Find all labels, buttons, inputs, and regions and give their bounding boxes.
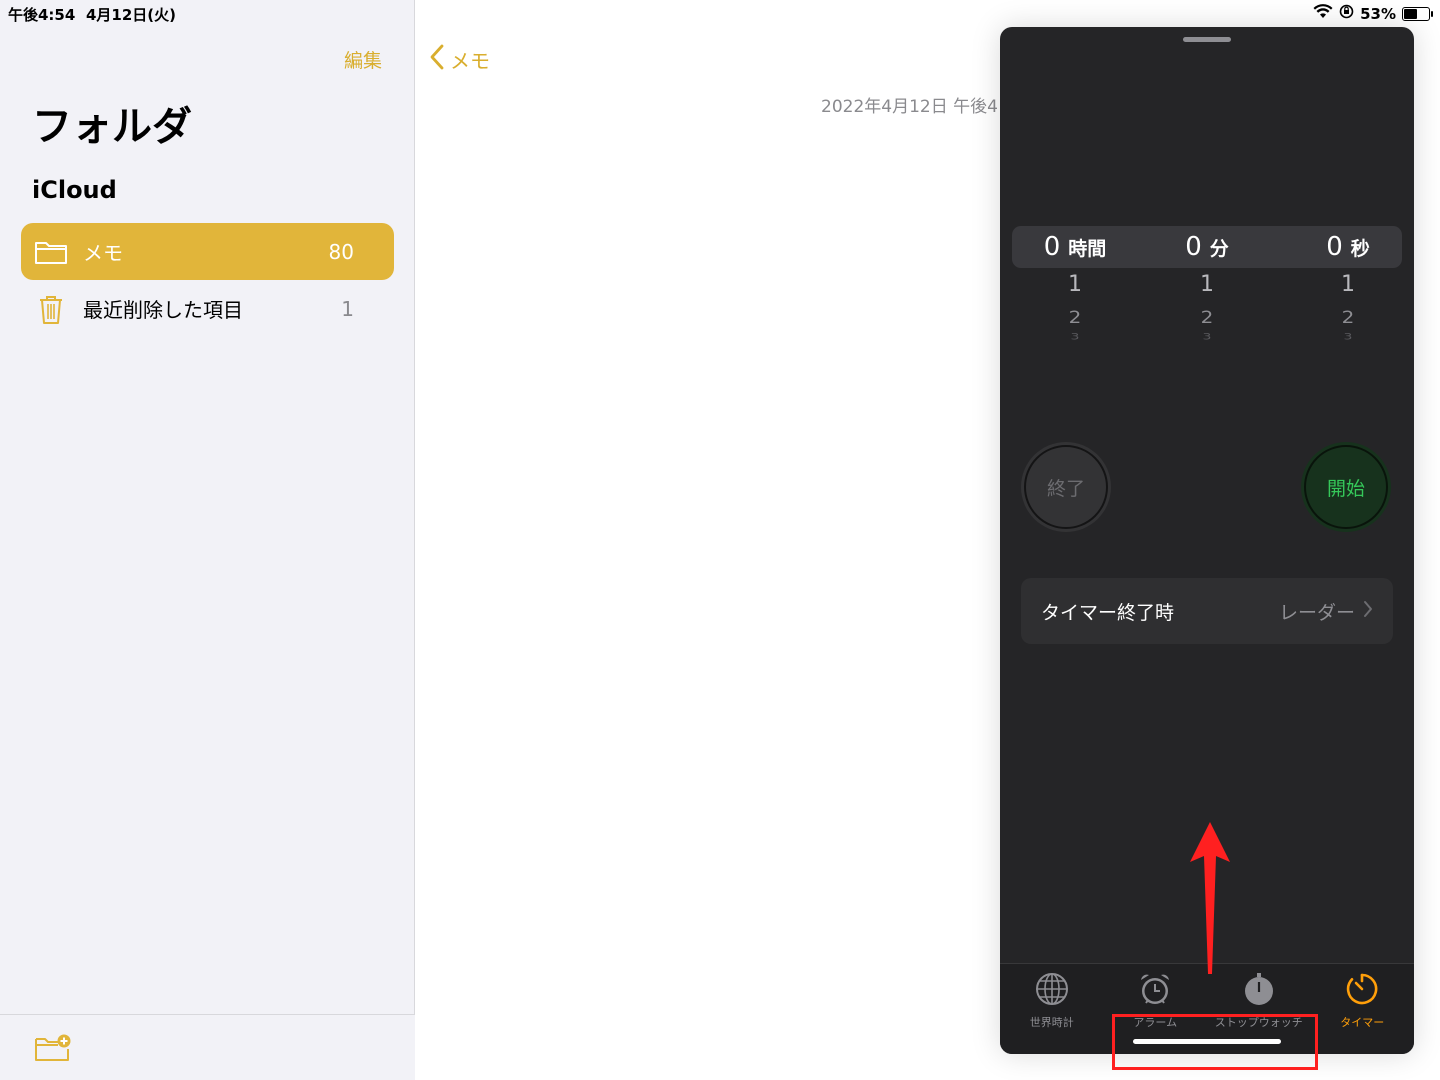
folder-count: 80 <box>328 239 354 264</box>
start-label: 開始 <box>1326 477 1365 500</box>
seconds-picker[interactable]: 0秒 1 2 3 <box>1283 226 1413 345</box>
hours-picker[interactable]: 0 時間 1 2 3 <box>1010 226 1140 345</box>
status-time: 午後4:54 <box>8 6 76 24</box>
folder-label: メモ <box>83 241 123 265</box>
back-button[interactable]: メモ <box>430 44 490 75</box>
globe-icon <box>1035 972 1069 1010</box>
edit-button[interactable]: 編集 <box>344 46 382 73</box>
tab-world-clock[interactable]: 世界時計 <box>1000 964 1104 1054</box>
sidebar-toolbar <box>0 1014 415 1080</box>
hours-next-1: 1 <box>1068 272 1082 297</box>
hours-value: 0 <box>1043 232 1061 262</box>
folder-count: 1 <box>341 296 354 321</box>
battery-percent: 53% <box>1360 4 1396 23</box>
folder-item-recently-deleted[interactable]: 最近削除した項目 1 <box>21 280 394 337</box>
hours-next-2: 2 <box>1068 306 1082 328</box>
folder-icon <box>33 236 69 268</box>
tab-timer[interactable]: タイマー <box>1311 964 1415 1054</box>
tab-label: 世界時計 <box>1029 1016 1074 1029</box>
when-timer-ends-row[interactable]: タイマー終了時 レーダー <box>1021 578 1393 644</box>
seconds-next-3: 3 <box>1343 332 1353 342</box>
minutes-next-2: 2 <box>1200 306 1214 328</box>
start-button[interactable]: 開始 <box>1301 442 1391 532</box>
page-title: フォルダ <box>32 104 192 150</box>
note-date: 2022年4月12日 午後4 <box>821 97 998 117</box>
hours-unit: 時間 <box>1068 237 1107 260</box>
chevron-left-icon <box>430 44 444 75</box>
annotation-highlight-box <box>1112 1014 1318 1070</box>
seconds-unit: 秒 <box>1350 237 1370 260</box>
back-label: メモ <box>450 49 490 73</box>
when-ends-label: タイマー終了時 <box>1041 601 1175 624</box>
slide-over-grabber[interactable] <box>1183 37 1231 42</box>
alarm-clock-icon <box>1138 972 1172 1010</box>
folder-label: 最近削除した項目 <box>83 298 243 322</box>
timer-icon <box>1345 972 1379 1010</box>
battery-icon <box>1402 6 1433 21</box>
seconds-value: 0 <box>1326 232 1343 262</box>
status-right: 53% <box>1313 4 1433 23</box>
sidebar: 編集 フォルダ iCloud メモ 80 最近削除した項目 1 <box>0 0 415 1080</box>
hours-next-3: 3 <box>1070 332 1080 342</box>
section-title-icloud: iCloud <box>32 176 117 204</box>
folder-item-notes[interactable]: メモ 80 <box>21 223 394 280</box>
status-date: 4月12日(火) <box>86 6 177 24</box>
trash-icon <box>33 293 69 325</box>
chevron-right-icon <box>1363 600 1373 622</box>
annotation-arrow-icon <box>1190 822 1230 980</box>
cancel-label: 終了 <box>1046 477 1085 500</box>
seconds-next-1: 1 <box>1341 272 1355 297</box>
minutes-unit: 分 <box>1209 237 1229 260</box>
minutes-picker[interactable]: 0分 1 2 3 <box>1142 226 1272 345</box>
minutes-next-3: 3 <box>1202 332 1212 342</box>
wifi-icon <box>1313 4 1333 23</box>
minutes-next-1: 1 <box>1200 272 1214 297</box>
cancel-button[interactable]: 終了 <box>1021 442 1111 532</box>
when-ends-value: レーダー <box>1278 601 1355 624</box>
new-folder-icon[interactable] <box>34 1033 72 1067</box>
seconds-next-2: 2 <box>1341 306 1355 328</box>
stopwatch-icon <box>1242 972 1276 1010</box>
orientation-lock-icon <box>1339 4 1354 23</box>
status-bar: 午後4:54 4月12日(火) 53% <box>0 0 1440 26</box>
tab-label: タイマー <box>1340 1016 1385 1029</box>
minutes-value: 0 <box>1185 232 1202 262</box>
